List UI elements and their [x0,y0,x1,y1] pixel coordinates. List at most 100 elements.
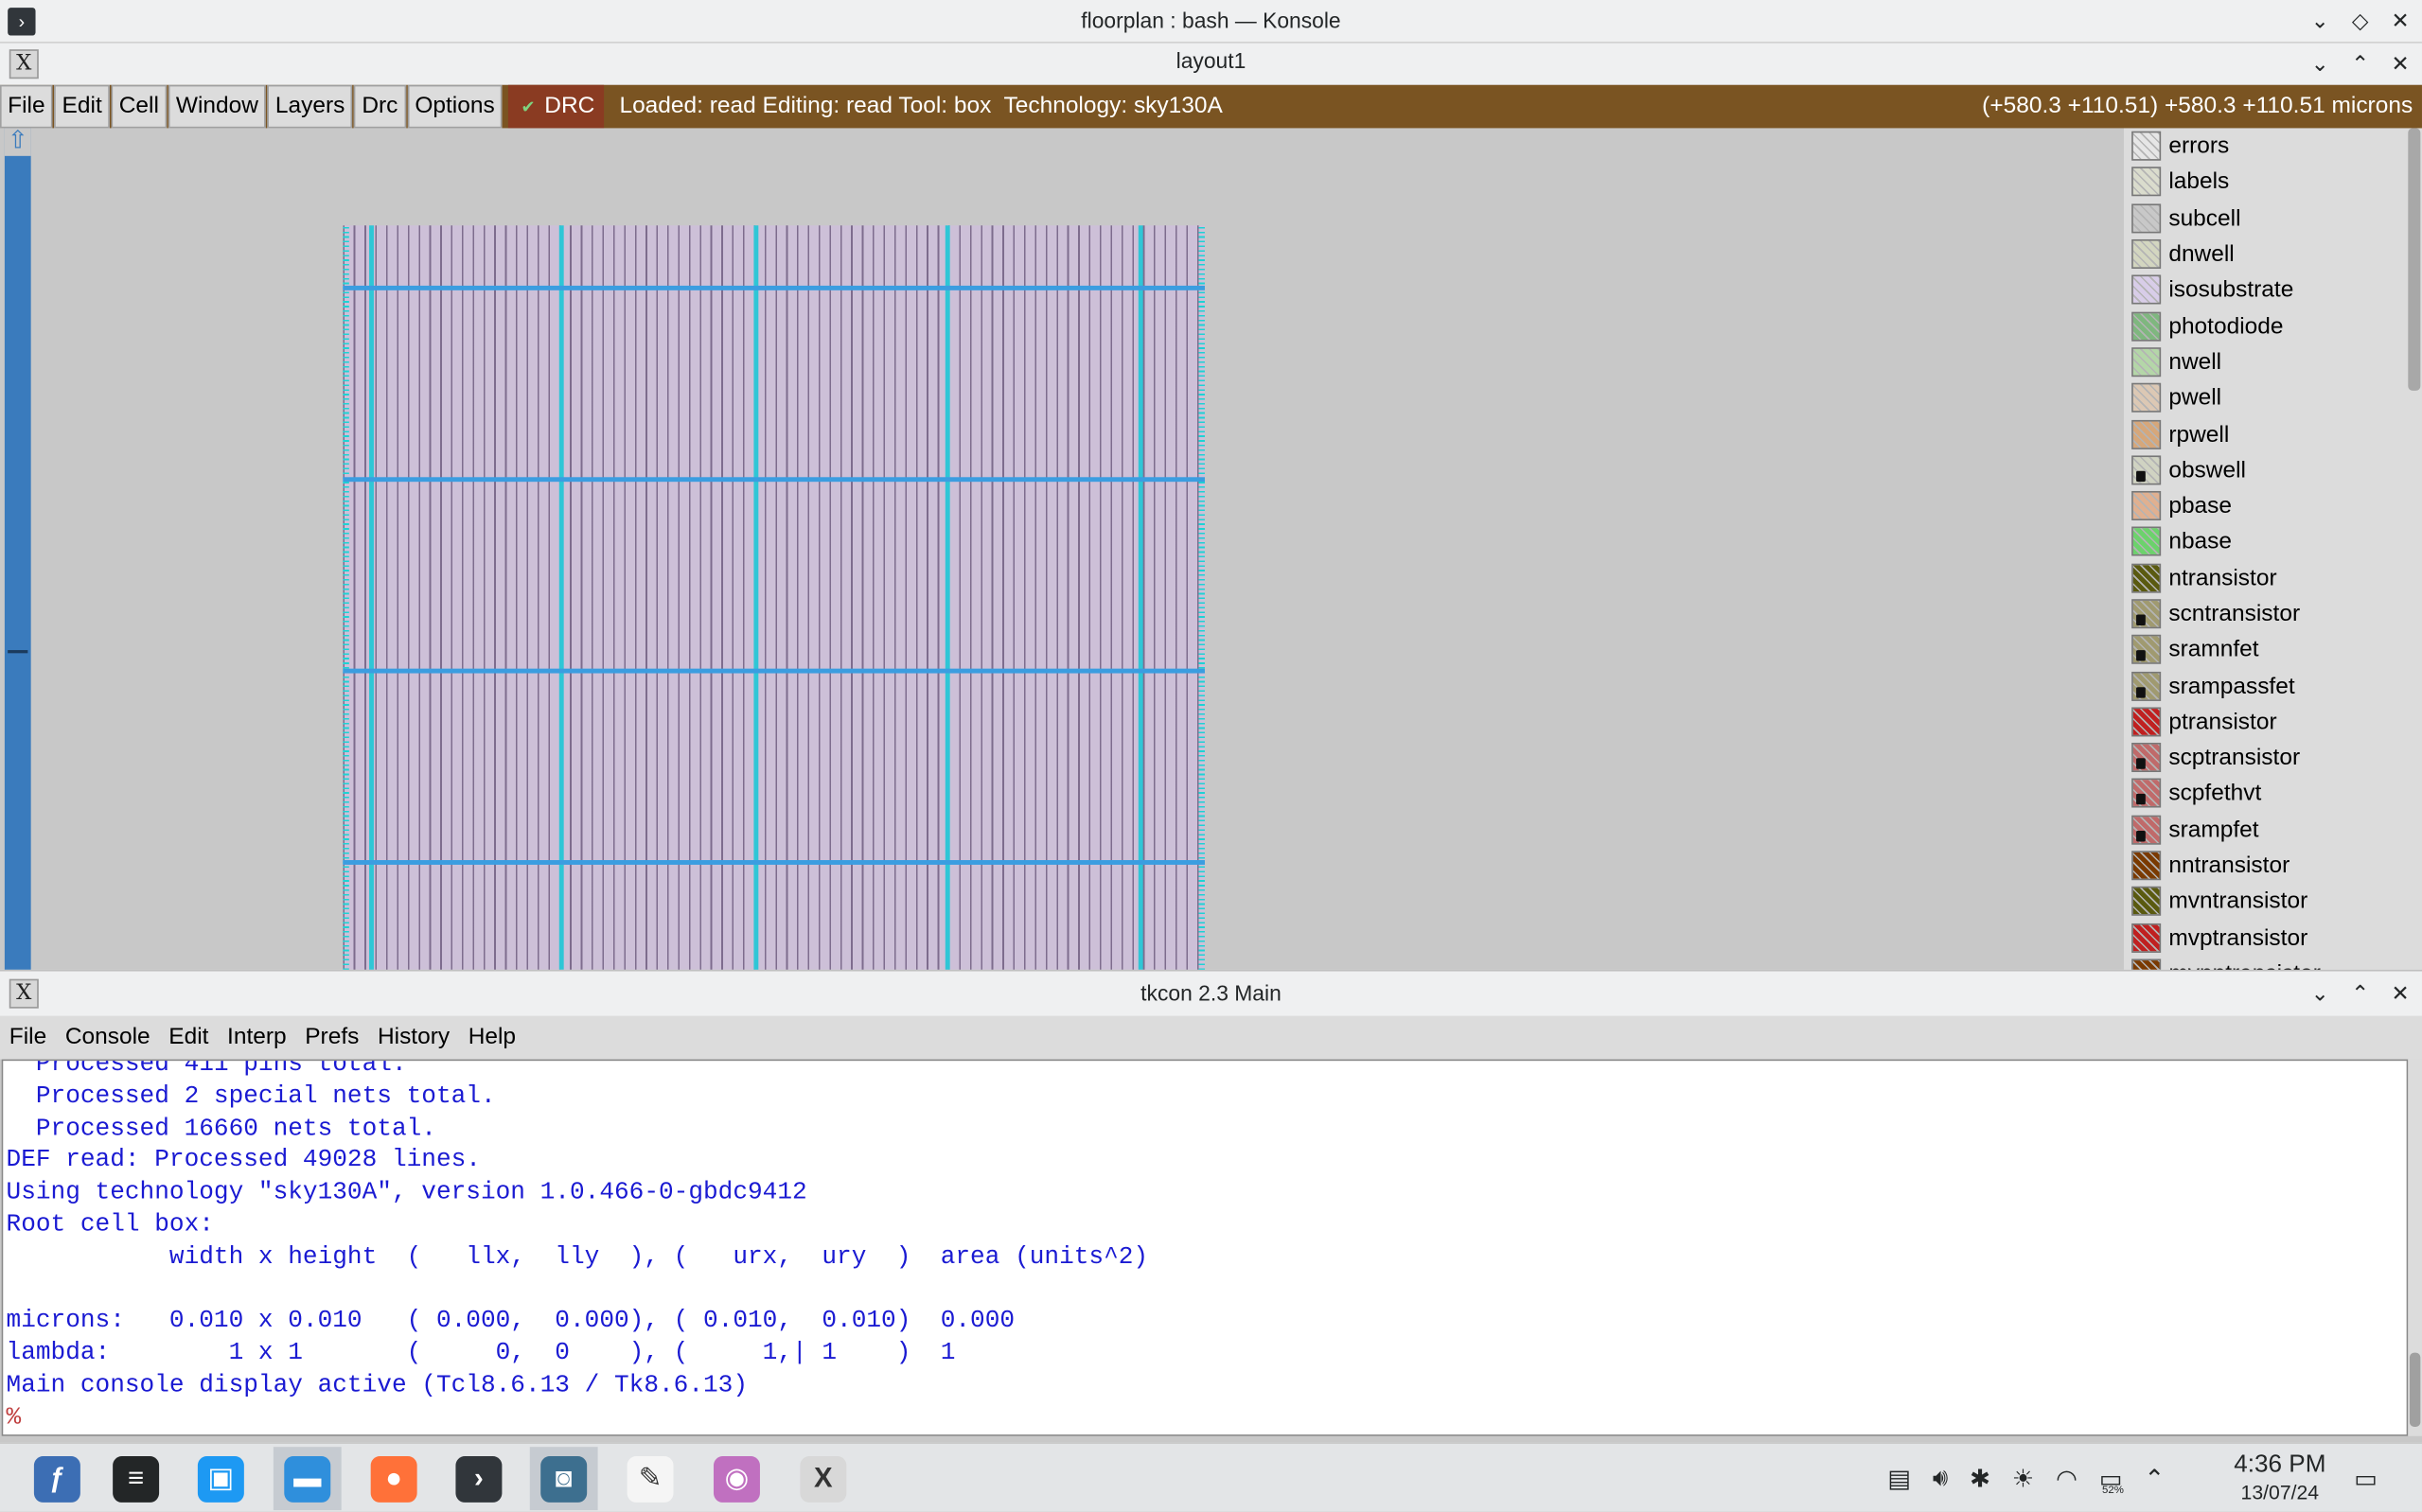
layer-row-scntransistor[interactable]: scntransistor [2124,596,2422,632]
console-line: Root cell box: [6,1210,214,1239]
layer-swatch [2131,527,2162,557]
minimize-icon[interactable]: ⌄ [2307,8,2332,34]
tkcon-menu-help[interactable]: Help [468,1016,516,1060]
discover-store-icon[interactable]: ▣ [186,1447,255,1510]
console-prompt[interactable]: % [3,1401,2406,1433]
brightness-icon[interactable]: ☀ [2012,1463,2034,1494]
konsole-titlebar[interactable]: › floorplan : bash — Konsole ⌄ ◇ ✕ [0,0,2422,44]
layer-swatch [2131,923,2162,953]
tkcon-menu-prefs[interactable]: Prefs [305,1016,359,1060]
tray-expand-icon[interactable]: ⌃ [2144,1463,2165,1494]
layer-row-pwell[interactable]: pwell [2124,380,2422,416]
menu-drc[interactable]: Drc [354,84,406,129]
konsole-glyph: › [455,1455,503,1503]
layer-name: pbase [2168,492,2233,519]
volume-icon[interactable]: 🔊︎ [1933,1465,1948,1492]
menu-options[interactable]: Options [407,84,503,129]
firefox-glyph: ● [370,1455,417,1503]
lock-icon [2136,614,2146,625]
file-manager-icon[interactable]: ▬ [273,1447,342,1511]
layer-row-obswell[interactable]: obswell [2124,452,2422,488]
menu-cell[interactable]: Cell [111,84,168,129]
layout-titlebar[interactable]: X layout1 ⌄ ⌃ ✕ [0,43,2422,85]
scroll-position-marker [8,650,28,654]
layer-name: scpfethvt [2168,780,2262,807]
layer-row-dnwell[interactable]: dnwell [2124,237,2422,273]
layer-row-srampassfet[interactable]: srampassfet [2124,668,2422,704]
layer-row-mvntransistor[interactable]: mvntransistor [2124,884,2422,920]
fedora-launcher-icon[interactable]: ƒ [23,1447,91,1510]
tkcon-titlebar[interactable]: X tkcon 2.3 Main ⌄ ⌃ ✕ [0,969,2422,1016]
vertical-scrollbar[interactable]: ⇧ [4,128,31,970]
layer-row-errors[interactable]: errors [2124,128,2422,164]
menu-edit[interactable]: Edit [54,84,110,129]
layer-row-nntransistor[interactable]: nntransistor [2124,848,2422,884]
menu-file[interactable]: File [0,84,53,129]
layer-row-labels[interactable]: labels [2124,164,2422,200]
firefox-icon[interactable]: ● [360,1447,428,1510]
layer-row-photodiode[interactable]: photodiode [2124,308,2422,344]
tkcon-menu-interp[interactable]: Interp [227,1016,287,1060]
system-tray: ▤ 🔊︎ ✱ ☀ ◠ ▭ 52% ⌃ [1887,1444,2165,1512]
klayout-icon[interactable]: ◉ [703,1447,771,1510]
layer-row-scptransistor[interactable]: scptransistor [2124,740,2422,776]
tkcon-console-output[interactable]: Processed 411 pins total. Processed 2 sp… [1,1059,2409,1436]
kate-editor-icon[interactable]: ✎ [616,1447,684,1510]
close-icon[interactable]: ✕ [2388,51,2413,78]
konsole-icon[interactable]: › [445,1447,513,1510]
power-strap [1138,225,1143,970]
battery-icon[interactable]: ▭ 52% [2099,1463,2124,1496]
layer-swatch [2131,311,2162,342]
menu-layers[interactable]: Layers [267,84,353,129]
layer-row-subcell[interactable]: subcell [2124,200,2422,236]
power-strap [753,225,759,970]
layer-row-rpwell[interactable]: rpwell [2124,416,2422,452]
layer-row-mvptransistor[interactable]: mvptransistor [2124,920,2422,956]
layout-canvas[interactable]: ⇧ [0,128,2124,970]
maximize-icon[interactable]: ⌃ [2348,980,2373,1007]
bluetooth-icon[interactable]: ✱ [1970,1463,1990,1494]
scroll-up-arrow-icon[interactable]: ⇧ [4,128,31,156]
screenshot-icon[interactable]: ◙ [529,1447,598,1511]
minimize-icon[interactable]: ⌄ [2307,980,2332,1007]
layer-row-mvnntransistor[interactable]: mvnntransistor [2124,956,2422,970]
menu-window[interactable]: Window [168,84,267,129]
layer-row-sramnfet[interactable]: sramnfet [2124,632,2422,668]
layer-name: mvptransistor [2168,924,2308,951]
clipboard-icon[interactable]: ▤ [1887,1463,1911,1494]
clock[interactable]: 4:36 PM 13/07/24 [2224,1450,2336,1505]
floorplan-cell[interactable] [343,225,1205,970]
scrollbar-thumb[interactable] [2409,1352,2421,1427]
layer-row-srampfet[interactable]: srampfet [2124,812,2422,848]
close-icon[interactable]: ✕ [2388,8,2413,34]
tkcon-scrollbar[interactable] [2408,1059,2422,1436]
tkcon-menu-console[interactable]: Console [65,1016,150,1060]
wifi-icon[interactable]: ◠ [2056,1463,2077,1494]
tkcon-menu-edit[interactable]: Edit [168,1016,208,1060]
layer-name: srampassfet [2168,672,2295,699]
drc-toggle[interactable]: ✔ DRC [508,84,605,129]
layer-row-ntransistor[interactable]: ntransistor [2124,560,2422,596]
keep-above-icon[interactable]: ◇ [2348,8,2373,34]
checkmark-icon: ✔ [521,98,536,118]
layer-name: errors [2168,132,2230,160]
close-icon[interactable]: ✕ [2388,980,2413,1007]
system-settings-icon[interactable]: ≡ [102,1447,170,1510]
layer-name: nbase [2168,528,2233,555]
layer-row-pbase[interactable]: pbase [2124,488,2422,524]
maximize-icon[interactable]: ⌃ [2348,51,2373,78]
tkcon-menu-history[interactable]: History [378,1016,450,1060]
tkcon-menu-file[interactable]: File [9,1016,46,1060]
layer-name: rpwell [2168,420,2230,448]
layer-swatch [2131,131,2162,161]
layer-swatch [2131,671,2162,701]
layer-palette-scrollbar[interactable] [2408,128,2421,391]
layer-row-nbase[interactable]: nbase [2124,524,2422,560]
layer-row-nwell[interactable]: nwell [2124,344,2422,380]
x11-app-icon[interactable]: X [789,1447,857,1510]
layer-row-isosubstrate[interactable]: isosubstrate [2124,273,2422,308]
layer-row-ptransistor[interactable]: ptransistor [2124,704,2422,740]
show-desktop-icon[interactable]: ▭ [2354,1444,2378,1512]
layer-row-scpfethvt[interactable]: scpfethvt [2124,776,2422,812]
minimize-icon[interactable]: ⌄ [2307,51,2332,78]
